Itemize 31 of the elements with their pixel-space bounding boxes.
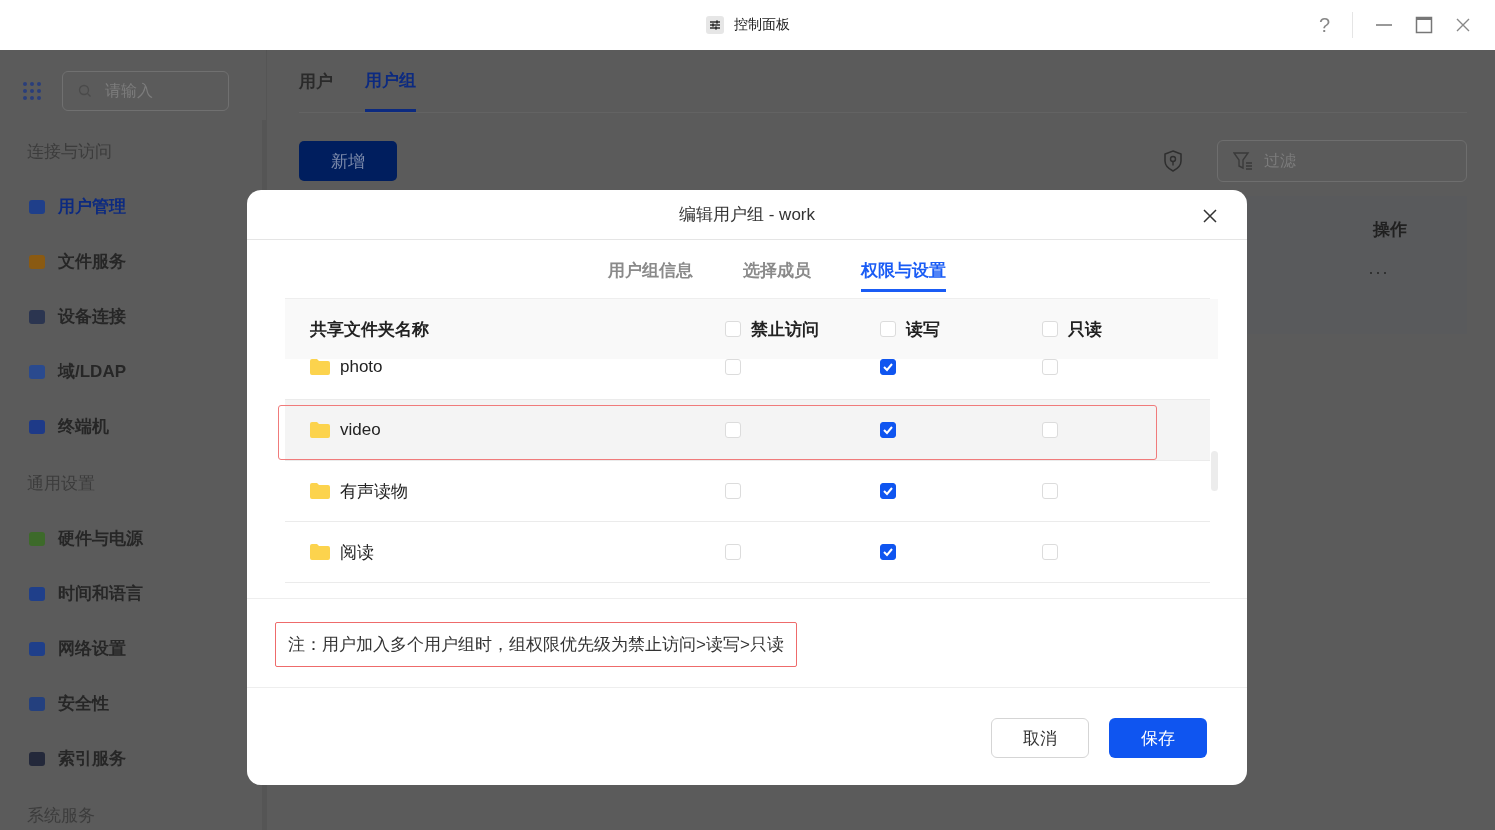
save-button[interactable]: 保存: [1109, 718, 1207, 758]
close-icon[interactable]: [1203, 209, 1217, 223]
window-title: 控制面板: [733, 16, 790, 34]
tab[interactable]: 选择成员: [743, 240, 811, 292]
header-checkbox[interactable]: 只读: [1042, 317, 1218, 341]
header-checkbox[interactable]: 读写: [880, 317, 1042, 341]
cancel-button[interactable]: 取消: [991, 718, 1089, 758]
folder-name: 阅读: [340, 541, 374, 564]
tab[interactable]: 用户组信息: [608, 240, 693, 292]
help-button[interactable]: ?: [1318, 13, 1330, 37]
checkbox[interactable]: [880, 359, 896, 375]
maximize-icon[interactable]: [1415, 16, 1433, 34]
header-checkbox[interactable]: 禁止访问: [725, 317, 880, 341]
folder-name: 有声读物: [340, 480, 408, 503]
more-button[interactable]: ···: [1368, 262, 1389, 283]
sidebar-item[interactable]: 用户管理: [22, 179, 262, 234]
folder-name: video: [340, 420, 381, 440]
sliders-icon: [705, 16, 724, 34]
dialog-title: 编辑用户组 - work: [679, 204, 815, 226]
checkbox[interactable]: [880, 422, 896, 438]
column-header: 操作: [1373, 218, 1407, 241]
column-header: 共享文件夹名称: [309, 318, 430, 341]
shield-key-icon[interactable]: [1163, 150, 1183, 172]
apps-grid-icon[interactable]: [22, 81, 42, 101]
note-text: 注：用户加入多个用户组时，组权限优先级为禁止访问>读写>只读: [275, 622, 797, 667]
folder-name: photo: [340, 357, 383, 377]
tab[interactable]: 用户组: [365, 52, 416, 112]
checkbox[interactable]: [880, 544, 896, 560]
checkbox[interactable]: [880, 483, 896, 499]
add-button[interactable]: 新增: [299, 141, 397, 181]
filter-icon: [1233, 152, 1253, 170]
